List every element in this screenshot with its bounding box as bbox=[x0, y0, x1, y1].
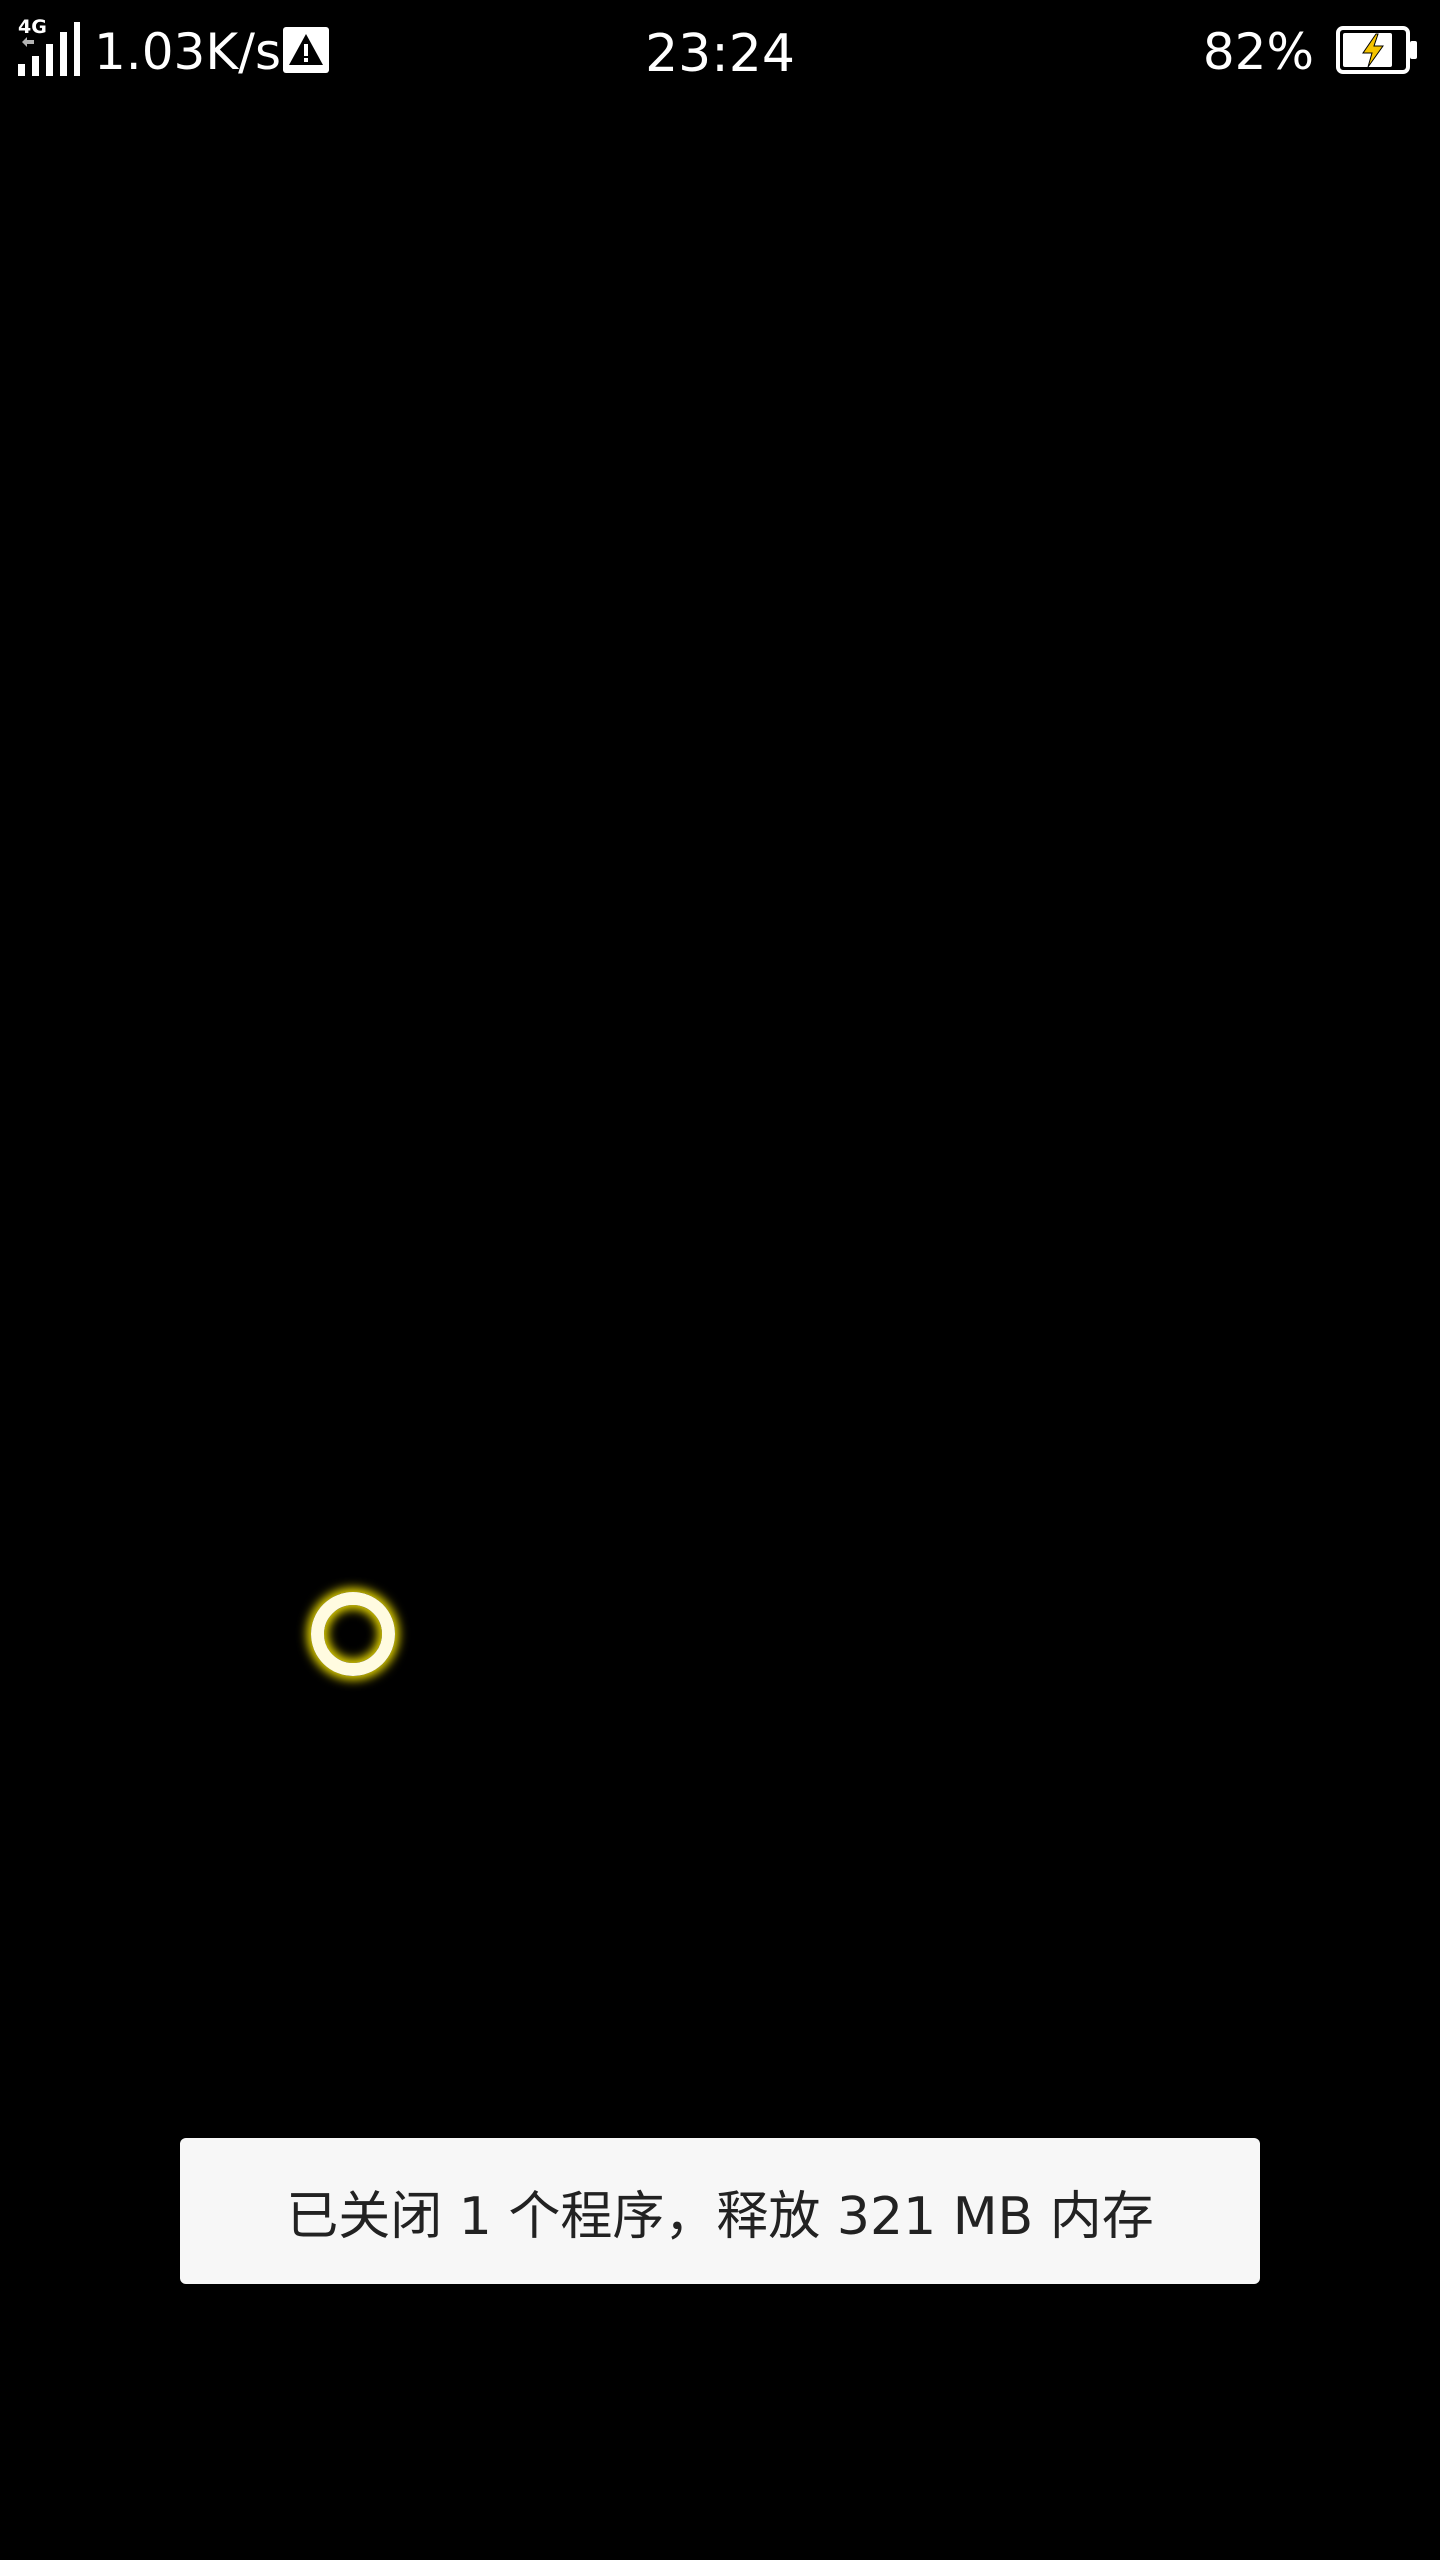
toast-message: 已关闭 1 个程序，释放 321 MB 内存 bbox=[286, 2186, 1154, 2247]
screen: 4G 1.03K/s 23:24 82% 已关闭 1 个程序，释放 321 MB… bbox=[0, 0, 1440, 2560]
warning-triangle-icon bbox=[283, 27, 329, 73]
touch-point-indicator bbox=[311, 1592, 395, 1676]
network-speed: 1.03K/s bbox=[94, 23, 282, 81]
status-bar: 4G 1.03K/s 23:24 82% bbox=[0, 0, 1440, 104]
cellular-signal-icon: 4G bbox=[18, 18, 80, 76]
battery-percentage: 82% bbox=[1202, 23, 1314, 81]
network-type-label: 4G bbox=[18, 16, 47, 38]
toast-notification: 已关闭 1 个程序，释放 321 MB 内存 bbox=[180, 2138, 1260, 2284]
battery-charging-icon bbox=[1336, 26, 1418, 74]
clock: 23:24 bbox=[645, 24, 795, 84]
